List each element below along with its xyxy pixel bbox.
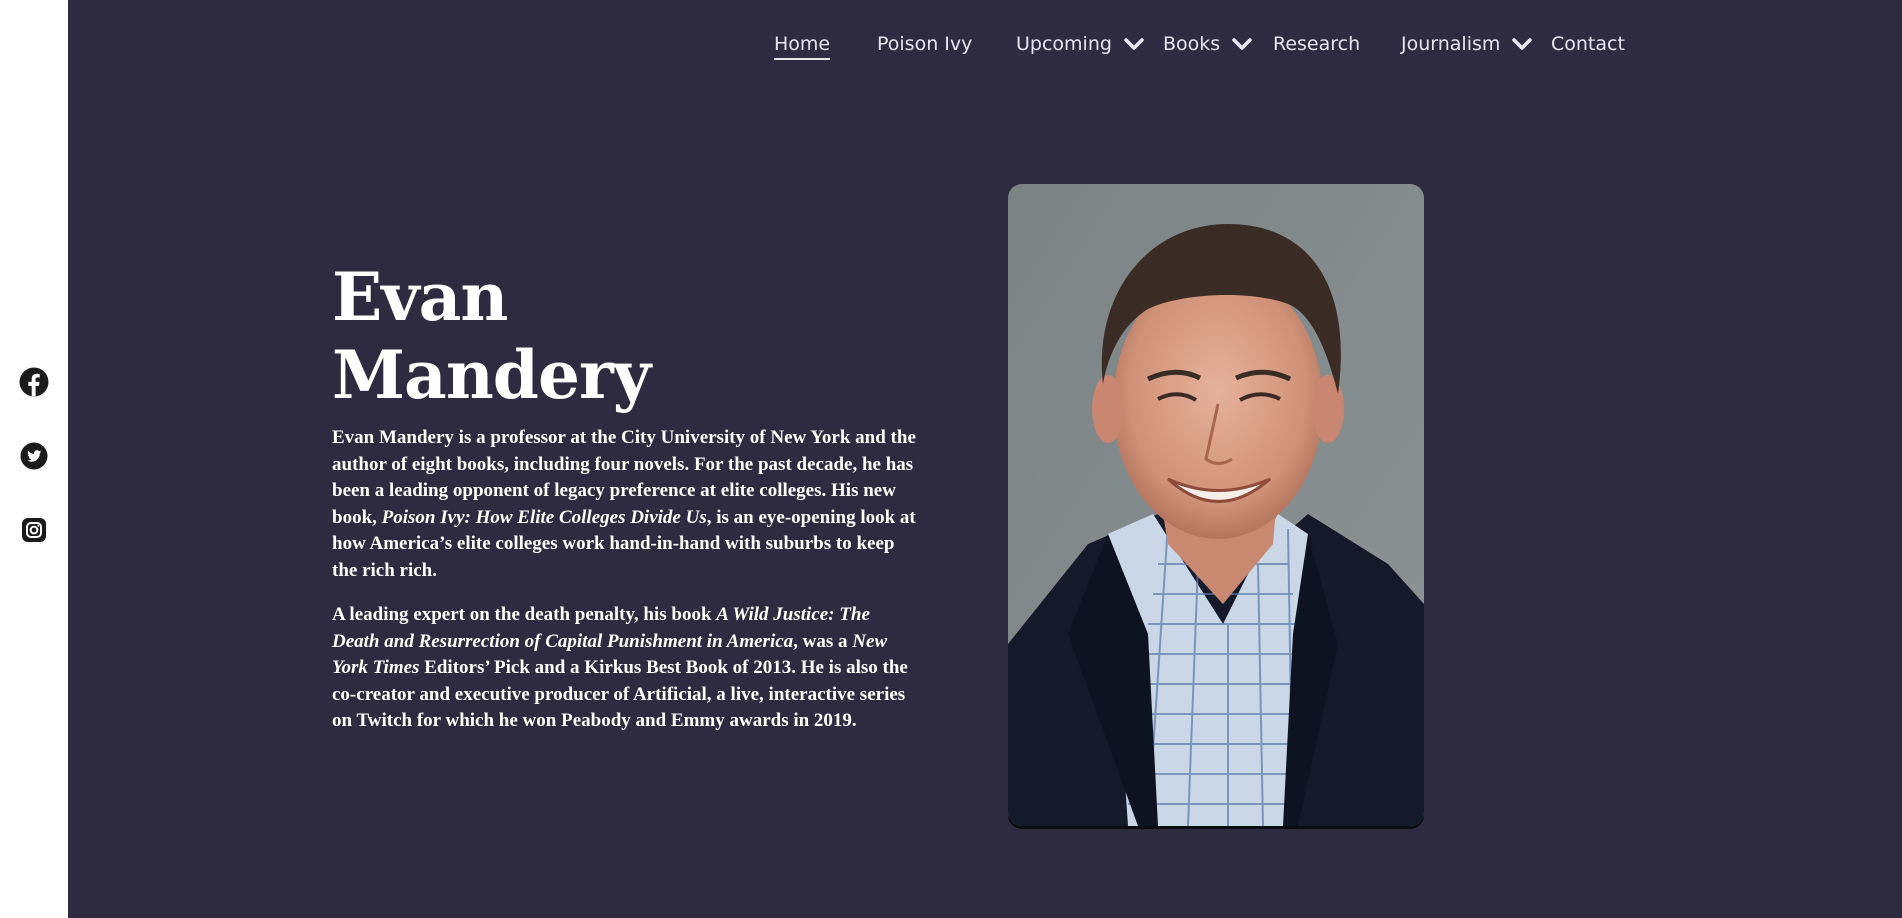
bio-text: Editors’ Pick and a Kirkus Best Book of … bbox=[332, 657, 908, 731]
book-title-poison-ivy: Poison Ivy: How Elite Colleges Divide Us bbox=[381, 506, 707, 528]
nav-label: Home bbox=[774, 33, 831, 60]
main-nav: Home Poison Ivy Upcoming Books Research … bbox=[68, 28, 1902, 60]
nav-item-upcoming[interactable]: Upcoming bbox=[1016, 28, 1144, 60]
bio-paragraph-1: Evan Mandery is a professor at the City … bbox=[332, 425, 922, 584]
nav-item-poison-ivy[interactable]: Poison Ivy bbox=[877, 28, 972, 60]
nav-label: Upcoming bbox=[1016, 33, 1112, 55]
facebook-link[interactable] bbox=[19, 367, 49, 397]
nav-label: Research bbox=[1273, 33, 1361, 55]
chevron-down-icon[interactable] bbox=[1232, 37, 1252, 51]
nav-item-home[interactable]: Home bbox=[774, 28, 831, 60]
twitter-icon bbox=[20, 442, 48, 470]
bio-paragraph-2: A leading expert on the death penalty, h… bbox=[332, 602, 922, 735]
author-last-name: Mandery bbox=[332, 336, 651, 414]
nav-item-journalism[interactable]: Journalism bbox=[1401, 28, 1533, 60]
nav-item-research[interactable]: Research bbox=[1273, 28, 1360, 60]
instagram-link[interactable] bbox=[19, 515, 49, 545]
author-name-heading: Evan Mandery bbox=[332, 258, 651, 414]
nav-label: Books bbox=[1163, 33, 1221, 55]
nav-item-books[interactable]: Books bbox=[1163, 28, 1252, 60]
social-sidebar bbox=[0, 0, 68, 918]
twitter-link[interactable] bbox=[19, 441, 49, 471]
portrait-image bbox=[1008, 184, 1424, 826]
chevron-down-icon[interactable] bbox=[1512, 37, 1533, 51]
nav-label: Journalism bbox=[1401, 33, 1501, 55]
nav-item-contact[interactable]: Contact bbox=[1551, 28, 1625, 60]
nav-label: Contact bbox=[1551, 33, 1625, 55]
bio-text: A leading expert on the death penalty, h… bbox=[332, 604, 717, 625]
instagram-icon bbox=[22, 518, 46, 542]
facebook-icon bbox=[19, 367, 49, 397]
author-portrait bbox=[1008, 184, 1424, 826]
author-first-name: Evan bbox=[332, 258, 508, 336]
nav-label: Poison Ivy bbox=[877, 33, 973, 55]
main-content: Home Poison Ivy Upcoming Books Research … bbox=[68, 0, 1902, 918]
chevron-down-icon[interactable] bbox=[1124, 37, 1144, 51]
bio-text: , was a bbox=[793, 630, 853, 652]
